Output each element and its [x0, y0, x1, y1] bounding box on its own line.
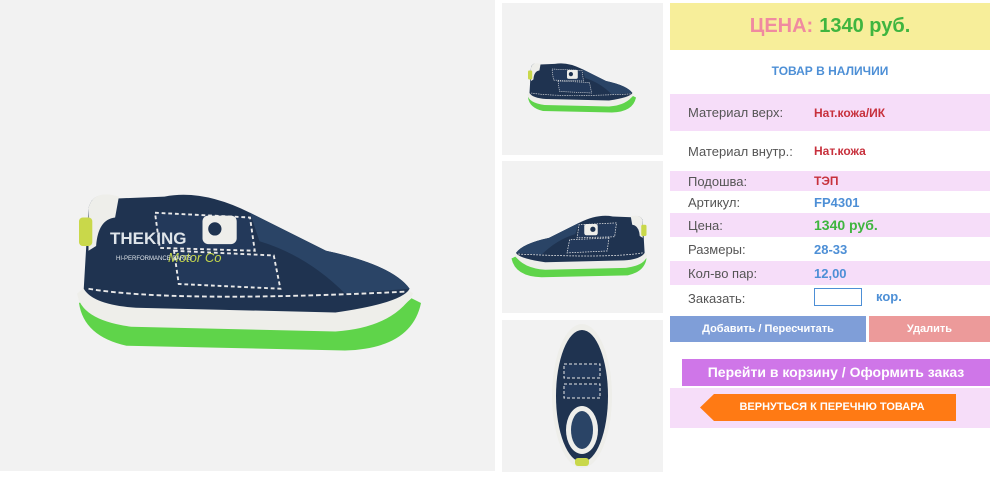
spec-row-price: Цена: 1340 руб. — [670, 213, 990, 237]
spec-row-sole: Подошва: ТЭП — [670, 171, 990, 191]
order-label: Заказать: — [688, 291, 746, 306]
stock-status: ТОВАР В НАЛИЧИИ — [771, 64, 889, 78]
spec-row-sizes: Размеры: 28-33 — [670, 237, 990, 261]
spec-row-article: Артикул: FP4301 — [670, 191, 990, 213]
main-product-image: THEKING Motor Co HI-PERFORMANCE PARTS — [0, 0, 495, 471]
spec-value: 1340 руб. — [814, 217, 878, 233]
price-box: ЦЕНА: 1340 руб. — [670, 3, 990, 50]
brand-print-line3: HI-PERFORMANCE PARTS — [116, 256, 192, 262]
product-info-panel: ЦЕНА: 1340 руб. ТОВАР В НАЛИЧИИ Материал … — [670, 0, 990, 496]
spec-label: Материал верх: — [688, 105, 784, 120]
add-recalculate-button[interactable]: Добавить / Пересчитать — [670, 316, 866, 342]
spec-row-inner-material: Материал внутр.: Нат.кожа — [670, 131, 990, 171]
thumbnail-1[interactable] — [502, 3, 663, 155]
back-strip: ВЕРНУТЬСЯ К ПЕРЕЧНЮ ТОВАРА — [670, 388, 990, 428]
back-to-list-label: ВЕРНУТЬСЯ К ПЕРЕЧНЮ ТОВАРА — [739, 401, 925, 413]
thumbnail-2[interactable] — [502, 161, 663, 313]
spec-value: FP4301 — [814, 195, 860, 210]
shoe-top-view-picture — [552, 324, 612, 468]
order-unit: кор. — [876, 289, 902, 304]
spec-label: Подошва: — [688, 174, 748, 189]
spec-row-pairs: Кол-во пар: 12,00 — [670, 261, 990, 285]
price-label: ЦЕНА: — [749, 15, 814, 37]
shoe-inner-side-picture — [511, 215, 648, 278]
spec-label: Материал внутр.: — [688, 144, 793, 159]
spec-value: 28-33 — [814, 242, 848, 257]
spec-value: Нат.кожа — [814, 144, 866, 158]
spec-label: Кол-во пар: — [688, 266, 758, 281]
order-row: Заказать: кор. — [670, 288, 990, 310]
delete-button[interactable]: Удалить — [869, 316, 990, 342]
spec-value: 12,00 — [814, 266, 847, 281]
order-quantity-input[interactable] — [814, 288, 862, 306]
spec-label: Цена: — [688, 218, 723, 233]
spec-label: Размеры: — [688, 242, 746, 257]
brand-print-line1: THEKING — [110, 229, 187, 248]
back-to-list-button[interactable]: ВЕРНУТЬСЯ К ПЕРЕЧНЮ ТОВАРА — [700, 394, 956, 421]
shoe-main-picture: THEKING Motor Co HI-PERFORMANCE PARTS — [76, 193, 422, 352]
go-to-cart-button[interactable]: Перейти в корзину / Оформить заказ — [682, 359, 990, 386]
spec-value: ТЭП — [814, 174, 839, 188]
spec-value: Нат.кожа/ИК — [814, 106, 886, 120]
spec-row-upper-material: Материал верх: Нат.кожа/ИК — [670, 94, 990, 131]
thumbnail-3[interactable] — [502, 320, 663, 472]
shoe-angle-picture — [527, 62, 637, 113]
price-value: 1340 руб. — [819, 15, 911, 37]
spec-label: Артикул: — [688, 195, 741, 210]
